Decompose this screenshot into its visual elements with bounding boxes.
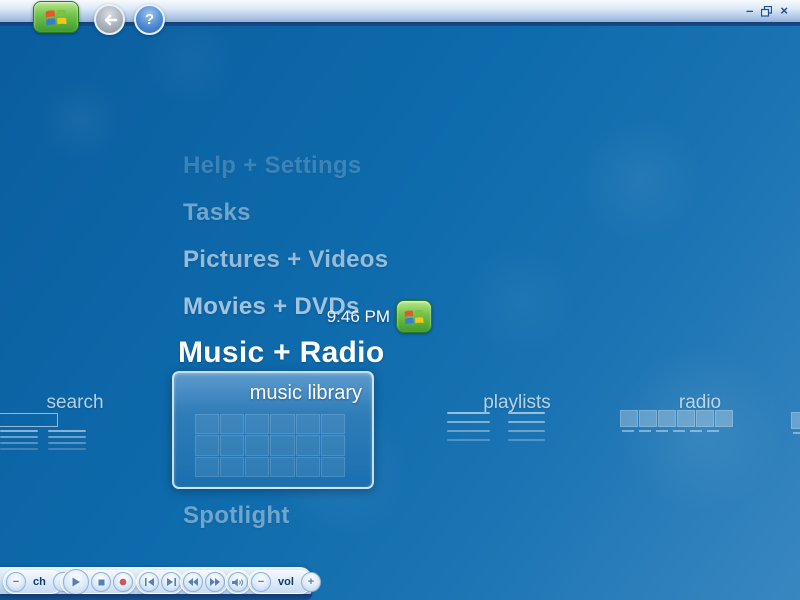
windows-flag-icon [45,9,67,26]
menu-item-music-radio-selected[interactable]: Music + Radio [178,336,384,370]
volume-down-button[interactable]: − [251,572,271,592]
channel-down-button[interactable]: − [6,572,26,592]
submenu-item-search[interactable]: search [20,392,130,414]
fast-forward-button[interactable] [205,572,225,592]
media-center-screen: ? – × 9:46 PM Help + Settings Tasks Pict… [0,0,800,600]
previous-button[interactable] [139,572,159,592]
help-button[interactable]: ? [134,4,165,35]
toolbar-bottom-edge [0,594,312,600]
rewind-icon [188,578,198,586]
next-button[interactable] [161,572,181,592]
menu-item-movies-dvds[interactable]: Movies + DVDs [183,293,360,321]
close-button[interactable]: × [780,4,788,17]
back-arrow-icon [102,14,118,26]
skip-control [136,570,184,594]
seek-control [180,570,228,594]
rewind-button[interactable] [183,572,203,592]
radio-thumbnail-labels [622,430,719,432]
submenu-item-music-library[interactable]: music library [172,371,374,489]
minimize-button[interactable]: – [746,4,753,17]
menu-item-help-settings[interactable]: Help + Settings [183,152,362,180]
transport-toolbar: − ch + [0,567,321,600]
restore-button[interactable] [761,5,773,17]
windows-logo-button[interactable] [396,300,432,333]
volume-up-button[interactable]: + [300,572,321,592]
playback-control [60,569,136,595]
mute-button[interactable] [228,572,248,592]
volume-control: − vol + [248,570,321,594]
start-button[interactable] [33,1,79,33]
help-icon: ? [144,11,155,28]
stop-icon [98,579,105,586]
window-controls: – × [746,4,788,17]
menu-item-pictures-videos[interactable]: Pictures + Videos [183,246,388,274]
play-button[interactable] [63,569,89,595]
volume-label: vol [278,576,294,588]
speaker-icon [232,577,244,587]
channel-label: ch [33,576,46,588]
record-button[interactable] [113,572,133,592]
music-library-label: music library [249,382,362,404]
record-icon [119,578,127,586]
radio-thumbnail-tiles [620,410,733,427]
album-grid-thumbnail [195,414,345,477]
menu-item-tasks[interactable]: Tasks [183,199,251,227]
next-icon [166,578,176,586]
stop-button[interactable] [91,572,111,592]
play-icon [71,577,81,587]
channel-control: − ch + [3,570,73,594]
menu-item-spotlight[interactable]: Spotlight [183,502,290,530]
previous-icon [144,578,154,586]
next-item-partial-tiles [791,412,800,429]
windows-flag-icon [404,309,424,325]
next-item-partial-label [793,432,800,434]
back-button[interactable] [94,4,125,35]
fast-forward-icon [210,578,220,586]
search-thumbnail-box [0,413,58,427]
submenu-item-playlists[interactable]: playlists [462,392,572,414]
